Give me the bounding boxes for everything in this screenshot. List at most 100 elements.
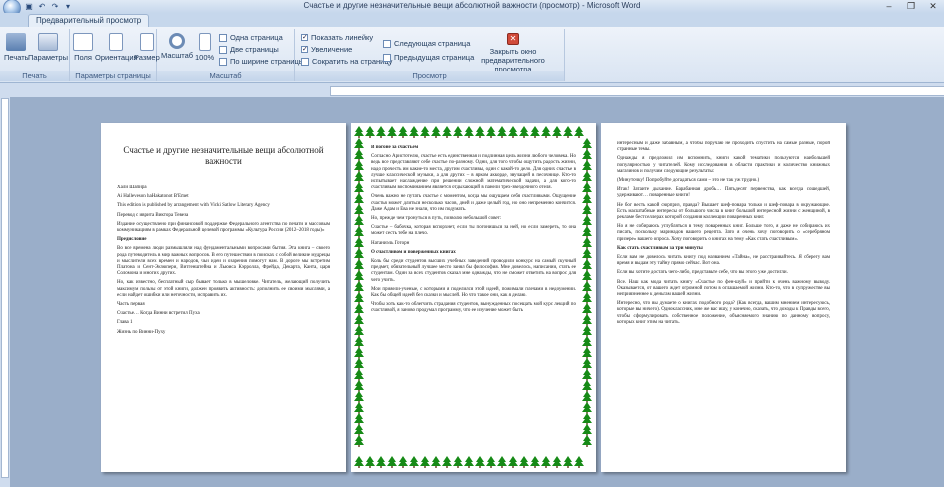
one-page-button[interactable]: Одна страница: [219, 33, 283, 42]
vertical-ruler: [1, 98, 9, 478]
zoom-100-icon: [198, 33, 211, 51]
printer-icon: [6, 33, 27, 51]
shrink-one-page-button[interactable]: Сократить на страницу: [301, 57, 392, 66]
tree-border-tree: [582, 149, 592, 161]
tree-border-tree: [354, 380, 364, 392]
tree-border-tree: [497, 126, 507, 138]
margins-button[interactable]: Поля: [73, 33, 93, 62]
tree-border-tree: [582, 215, 592, 227]
tree-border-tree: [582, 270, 592, 282]
tree-border-tree: [582, 358, 592, 370]
tab-print-preview[interactable]: Предварительный просмотр: [28, 14, 150, 27]
next-page-button[interactable]: Следующая страница: [383, 39, 470, 48]
text-line: Часть первая: [117, 302, 145, 308]
options-button[interactable]: Параметры: [28, 33, 68, 62]
previous-page-button[interactable]: Предыдущая страница: [383, 53, 474, 62]
text-line: This edition is published by arrangement…: [117, 203, 270, 209]
tree-border-tree: [582, 402, 592, 414]
show-ruler-checkbox[interactable]: ✓ Показать линейку: [301, 33, 373, 42]
tree-border-tree: [582, 182, 592, 194]
text-line: Коль бы среди студентов высших учебных з…: [371, 259, 576, 283]
page-2: В погоне за счастьем Согласно Аристотелю…: [351, 123, 596, 472]
tree-border-tree: [552, 456, 562, 468]
tree-border-tree: [354, 270, 364, 282]
tree-border-tree: [574, 126, 584, 138]
tree-border-tree: [354, 413, 364, 425]
size-button[interactable]: Размер: [134, 33, 160, 62]
tree-border-tree: [508, 126, 518, 138]
tree-border-tree: [442, 126, 452, 138]
previous-page-icon: [383, 53, 391, 62]
text-line: Итак! Затаите дыхание. Барабанная дробь……: [617, 187, 830, 199]
minimize-button[interactable]: –: [878, 0, 900, 13]
tree-border-tree: [442, 456, 452, 468]
tree-border-tree: [519, 456, 529, 468]
horizontal-ruler: [330, 86, 944, 96]
checkbox-checked: ✓: [301, 46, 308, 53]
tree-border-tree: [354, 391, 364, 403]
tree-border-tree: [376, 456, 386, 468]
window-controls: – ❐ ✕: [878, 0, 944, 13]
tree-border-tree: [387, 456, 397, 468]
tree-border-tree: [464, 126, 474, 138]
tree-border-tree: [354, 204, 364, 216]
tree-border-tree: [582, 248, 592, 260]
ribbon: Печать Параметры Печать Поля Ориентация …: [0, 27, 944, 83]
page-width-icon: [219, 57, 227, 66]
magnifier-checkbox[interactable]: ✓ Увеличение: [301, 45, 352, 54]
text-line: Но, прежде чем тронуться в путь, позволю…: [371, 216, 502, 222]
tree-border-tree: [541, 456, 551, 468]
tree-border-tree: [486, 126, 496, 138]
tree-border-tree: [486, 456, 496, 468]
maximize-button[interactable]: ❐: [900, 0, 922, 13]
group-label: Параметры страницы: [70, 71, 156, 81]
window-title: Счастье и другие незначительные вещи абс…: [303, 1, 641, 10]
tree-border-tree: [354, 126, 364, 138]
tree-border-tree: [354, 347, 364, 359]
print-button[interactable]: Печать: [4, 33, 29, 62]
tree-border-tree: [582, 171, 592, 183]
page-3: интересным и даже забавным, а чтобы пору…: [601, 123, 846, 472]
chapter-heading: В погоне за счастьем: [371, 145, 419, 150]
tree-border-tree: [453, 126, 463, 138]
checkbox-checked: ✓: [301, 34, 308, 41]
section-heading: Как стать счастливым за три минуты: [617, 245, 703, 251]
two-pages-button[interactable]: Две страницы: [219, 45, 279, 54]
text-line: Во все времена люди размышляли над фунда…: [117, 246, 330, 277]
size-icon: [139, 33, 154, 51]
tree-border-tree: [354, 215, 364, 227]
page-width-button[interactable]: По ширине страницы: [219, 57, 304, 66]
tree-border-tree: [508, 456, 518, 468]
book-title: Счастье и другие незначительные вещи абс…: [123, 145, 324, 166]
text-line: Все. Наш как мода читать книгу «Счастье …: [617, 279, 830, 298]
options-icon: [37, 33, 58, 51]
tree-border-tree: [453, 456, 463, 468]
text-line: Счастье – бабочка, которая вспорхнет, ес…: [371, 225, 576, 237]
tree-border-tree: [354, 248, 364, 260]
orientation-icon: [109, 33, 124, 51]
tree-border-tree: [398, 126, 408, 138]
orientation-button[interactable]: Ориентация: [95, 33, 138, 62]
tree-border-tree: [354, 237, 364, 249]
text-line: Перевод с иврита Виктора Тевеза: [117, 212, 189, 218]
tree-border-tree: [409, 456, 419, 468]
text-line: Не бог весть какой сюрприз, правда? Выша…: [617, 202, 830, 221]
close-button[interactable]: ✕: [922, 0, 944, 13]
tree-border-tree: [354, 149, 364, 161]
magnifier-icon: [169, 33, 186, 49]
tree-border-tree: [354, 226, 364, 238]
tree-border-tree: [582, 193, 592, 205]
text-line: (Минуточку! Попробуйте догадаться сами –…: [617, 178, 760, 184]
close-preview-button[interactable]: ✕ Закрыть окно предварительного просмотр…: [467, 33, 559, 74]
tree-border-tree: [354, 435, 364, 447]
zoom-button[interactable]: Масштаб: [161, 33, 193, 60]
tree-border-tree: [354, 325, 364, 337]
ribbon-tabs: Предварительный просмотр: [0, 13, 944, 27]
tree-border-tree: [582, 380, 592, 392]
zoom-100-button[interactable]: 100%: [195, 33, 214, 62]
tree-border-tree: [582, 314, 592, 326]
tree-border-tree: [409, 126, 419, 138]
tree-border-tree: [365, 456, 375, 468]
page-3-text: интересным и даже забавным, а чтобы пору…: [617, 141, 830, 462]
tree-border-tree: [582, 281, 592, 293]
